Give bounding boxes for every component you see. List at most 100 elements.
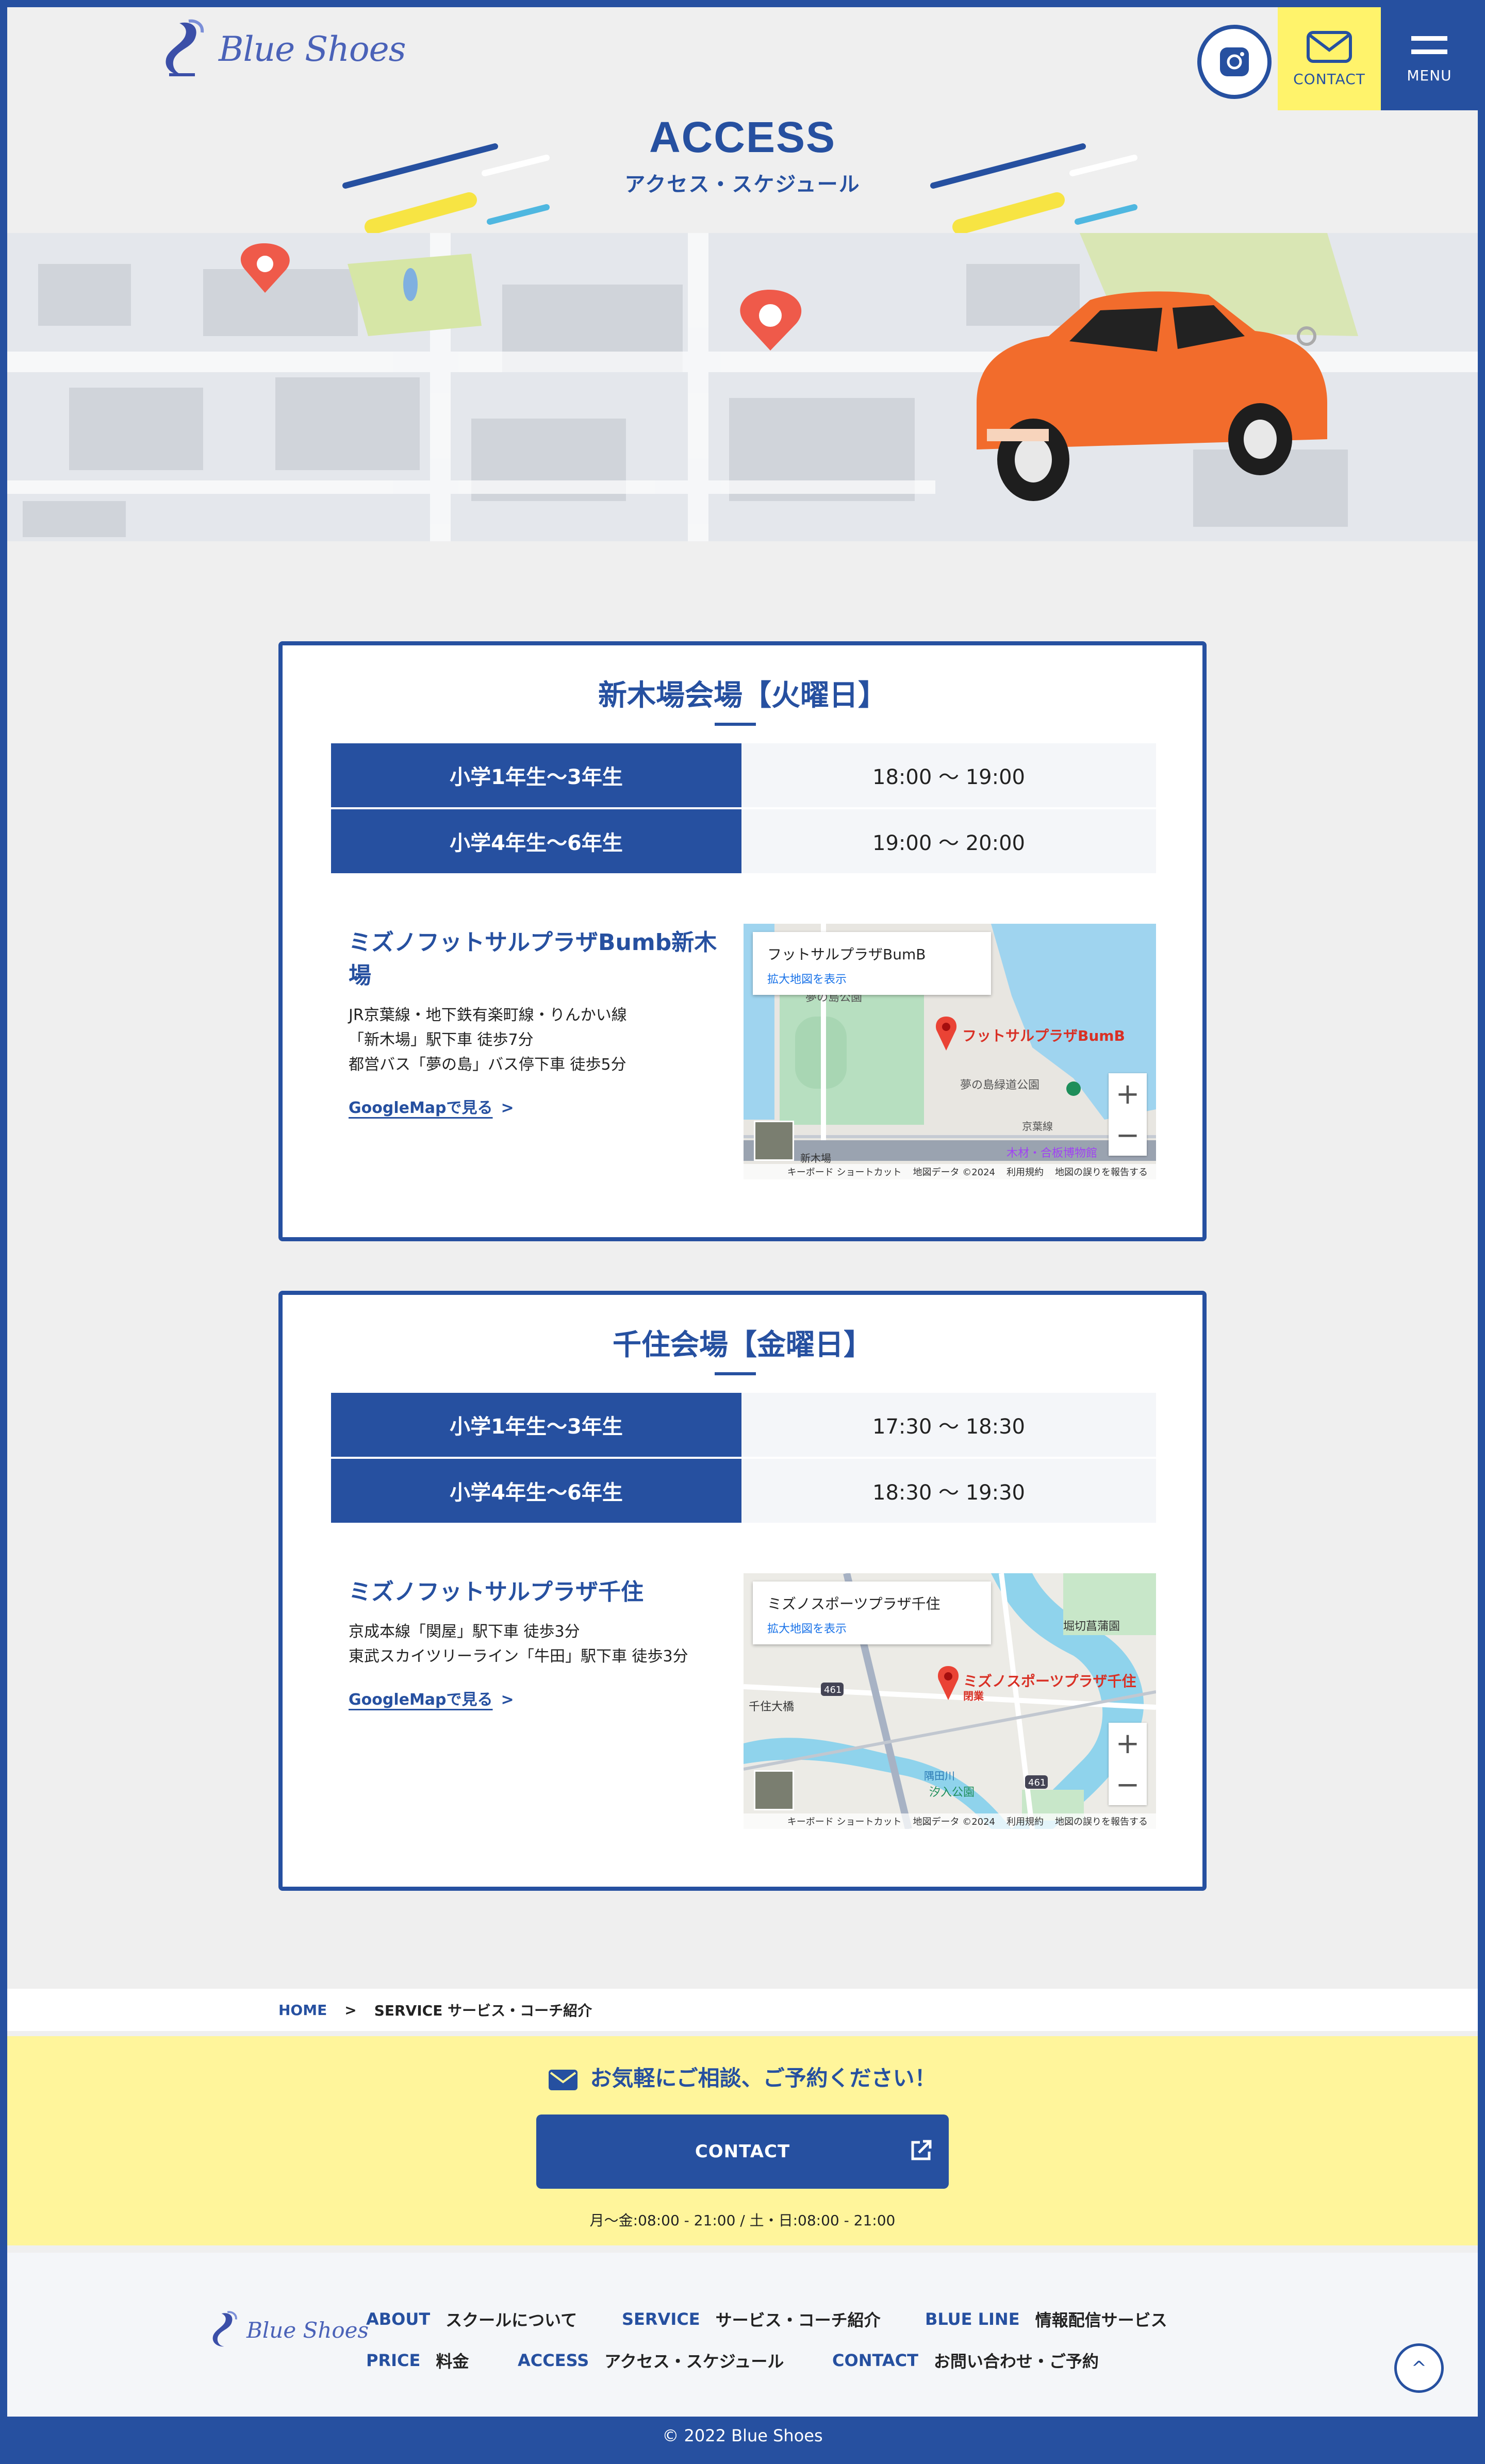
site-footer: Blue Shoes ABOUT スクールについて SERVICE サービス・コ… xyxy=(7,2253,1478,2417)
map-attr-item[interactable]: 利用規約 xyxy=(1006,1165,1044,1178)
venue-card-senju: 千住会場【金曜日】 小学1年生〜3年生 17:30 〜 18:30 小学4年生〜… xyxy=(278,1291,1207,1891)
page-subtitle: アクセス・スケジュール xyxy=(624,173,861,196)
schedule-grade: 小学4年生〜6年生 xyxy=(331,1459,741,1523)
footer-nav-jp: お問い合わせ・ご予約 xyxy=(933,2352,1099,2371)
schedule-time: 19:00 〜 20:00 xyxy=(741,809,1156,873)
map-attribution: キーボード ショートカット 地図データ ©2024 利用規約 地図の誤りを報告す… xyxy=(744,1813,1156,1829)
footer-nav-about[interactable]: ABOUT スクールについて xyxy=(366,2307,577,2331)
menu-button[interactable]: MENU xyxy=(1381,7,1478,110)
zoom-out-button[interactable]: − xyxy=(1109,1114,1147,1156)
map-label: 汐入公園 xyxy=(929,1786,975,1799)
google-map-embed[interactable]: 夢の島緑道公園 夢の島公園 京葉線 木材・合板博物館 新木場 フットサルプラザB… xyxy=(744,924,1156,1179)
footer-nav-en: CONTACT xyxy=(832,2351,918,2370)
schedule-table: 小学1年生〜3年生 18:00 〜 19:00 小学4年生〜6年生 19:00 … xyxy=(331,743,1156,875)
access-line: 東武スカイツリーライン「牛田」駅下車 徒歩3分 xyxy=(349,1647,688,1666)
contact-cta-section: お気軽にご相談、ご予約ください！ CONTACT 月〜金:08:00 - 21:… xyxy=(7,2036,1478,2245)
title-underline xyxy=(715,1372,756,1375)
chevron-up-icon: ^ xyxy=(1411,2357,1427,2379)
hero-image xyxy=(7,233,1478,541)
map-place-name: ミズノスポーツプラザ千住 xyxy=(767,1595,940,1612)
zoom-in-button[interactable]: + xyxy=(1109,1723,1147,1764)
map-info-box: ミズノスポーツプラザ千住 拡大地図を表示 xyxy=(753,1581,991,1644)
page-top-button[interactable]: ^ xyxy=(1394,2343,1444,2393)
footer-nav-en: SERVICE xyxy=(622,2309,700,2329)
footer-nav-jp: アクセス・スケジュール xyxy=(604,2352,784,2371)
map-label: 木材・合板博物館 xyxy=(1006,1147,1097,1160)
map-attr-item: 地図データ ©2024 xyxy=(913,1167,995,1178)
footer-nav-jp: 情報配信サービス xyxy=(1035,2310,1167,2330)
decorative-stripes-left xyxy=(342,143,550,235)
page-title: ACCESS xyxy=(649,113,836,161)
venue-name: ミズノフットサルプラザ千住 xyxy=(349,1579,644,1605)
page-heading: ACCESS アクセス・スケジュール xyxy=(0,112,1485,197)
footer-nav-jp: スクールについて xyxy=(446,2310,578,2330)
map-attr-item[interactable]: 利用規約 xyxy=(1006,1814,1044,1828)
cta-heading: お気軽にご相談、ご予約ください！ xyxy=(590,2066,936,2091)
schedule-time: 18:00 〜 19:00 xyxy=(741,743,1156,807)
schedule-row: 小学1年生〜3年生 18:00 〜 19:00 xyxy=(331,743,1156,807)
breadcrumb-home-link[interactable]: HOME xyxy=(278,2002,327,2019)
googlemap-link[interactable]: GoogleMapで見る xyxy=(349,1095,493,1118)
footer-nav-contact[interactable]: CONTACT お問い合わせ・ご予約 xyxy=(832,2349,1099,2372)
googlemap-link[interactable]: GoogleMapで見る xyxy=(349,1687,493,1709)
chevron-right-icon: > xyxy=(501,1691,514,1709)
map-pin-icon xyxy=(935,1017,957,1051)
map-label: 堀切菖蒲園 xyxy=(1063,1620,1120,1633)
zoom-in-button[interactable]: + xyxy=(1109,1073,1147,1114)
map-satellite-toggle[interactable] xyxy=(754,1770,794,1810)
route-badge: 461 xyxy=(824,1685,842,1695)
map-pin-label: ミズノスポーツプラザ千住 xyxy=(963,1673,1136,1690)
venue-info: ミズノフットサルプラザBumb新木場 JR京葉線・地下鉄有楽町線・りんかい線 「… xyxy=(349,924,730,1118)
decorative-stripes-right xyxy=(930,143,1137,235)
site-logo[interactable]: Blue Shoes xyxy=(159,15,406,82)
footer-nav-service[interactable]: SERVICE サービス・コーチ紹介 xyxy=(622,2307,881,2331)
cta-button-label: CONTACT xyxy=(695,2141,790,2162)
map-label: 京葉線 xyxy=(1022,1120,1053,1133)
breadcrumb-current: SERVICE サービス・コーチ紹介 xyxy=(374,2002,592,2019)
shoe-logo-icon xyxy=(166,19,204,76)
footer-logo[interactable]: Blue Shoes xyxy=(208,2309,369,2351)
instagram-button[interactable] xyxy=(1197,25,1272,99)
map-with-toy-car-illustration xyxy=(7,233,1478,541)
logo-text: Blue Shoes xyxy=(219,29,406,69)
venue-title: 新木場会場【火曜日】 xyxy=(598,679,887,712)
shoe-logo-icon xyxy=(212,2311,237,2347)
schedule-time: 18:30 〜 19:30 xyxy=(741,1459,1156,1523)
venue-title: 千住会場【金曜日】 xyxy=(613,1328,872,1362)
map-pin-icon xyxy=(937,1666,959,1700)
chevron-right-icon: > xyxy=(501,1099,514,1117)
mail-icon xyxy=(1307,30,1352,63)
map-satellite-toggle[interactable] xyxy=(754,1121,794,1161)
venue-info: ミズノフットサルプラザ千住 京成本線「関屋」駅下車 徒歩3分 東武スカイツリーラ… xyxy=(349,1573,730,1709)
schedule-time: 17:30 〜 18:30 xyxy=(741,1393,1156,1457)
schedule-table: 小学1年生〜3年生 17:30 〜 18:30 小学4年生〜6年生 18:30 … xyxy=(331,1393,1156,1525)
map-attr-item[interactable]: 地図の誤りを報告する xyxy=(1055,1165,1148,1178)
schedule-row: 小学4年生〜6年生 18:30 〜 19:30 xyxy=(331,1459,1156,1523)
map-info-box: フットサルプラザBumB 拡大地図を表示 xyxy=(753,932,991,995)
instagram-icon xyxy=(1220,47,1249,76)
map-attr-item[interactable]: 地図の誤りを報告する xyxy=(1055,1814,1148,1828)
enlarge-map-link[interactable]: 拡大地図を表示 xyxy=(767,1620,977,1636)
map-label: 新木場 xyxy=(800,1152,831,1164)
schedule-grade: 小学1年生〜3年生 xyxy=(331,1393,741,1457)
footer-nav-price[interactable]: PRICE 料金 xyxy=(366,2349,469,2372)
footer-nav-blue-line[interactable]: BLUE LINE 情報配信サービス xyxy=(925,2307,1167,2331)
cta-contact-button[interactable]: CONTACT xyxy=(536,2115,949,2189)
footer-logo-text: Blue Shoes xyxy=(246,2317,369,2343)
google-map-embed[interactable]: 堀切菖蒲園 千住大橋 隅田川 汐入公園 461 461 ミズノスポーツプラザ千住… xyxy=(744,1573,1156,1829)
map-label: 千住大橋 xyxy=(749,1701,794,1713)
map-attr-item[interactable]: キーボード ショートカット xyxy=(787,1165,902,1178)
title-underline xyxy=(715,723,756,726)
venue-name: ミズノフットサルプラザBumb新木場 xyxy=(349,929,717,989)
contact-label: CONTACT xyxy=(1293,70,1365,88)
enlarge-map-link[interactable]: 拡大地図を表示 xyxy=(767,970,977,987)
footer-nav-access[interactable]: ACCESS アクセス・スケジュール xyxy=(518,2349,784,2372)
footer-nav-en: BLUE LINE xyxy=(925,2309,1020,2329)
business-hours: 月〜金:08:00 - 21:00 / 土・日:08:00 - 21:00 xyxy=(589,2212,896,2229)
zoom-out-button[interactable]: − xyxy=(1109,1764,1147,1805)
map-attr-item[interactable]: キーボード ショートカット xyxy=(787,1814,902,1828)
mail-icon xyxy=(549,2069,578,2090)
header-contact-button[interactable]: CONTACT xyxy=(1278,7,1381,110)
external-link-icon xyxy=(911,2140,932,2160)
map-attr-item: 地図データ ©2024 xyxy=(913,1817,995,1827)
